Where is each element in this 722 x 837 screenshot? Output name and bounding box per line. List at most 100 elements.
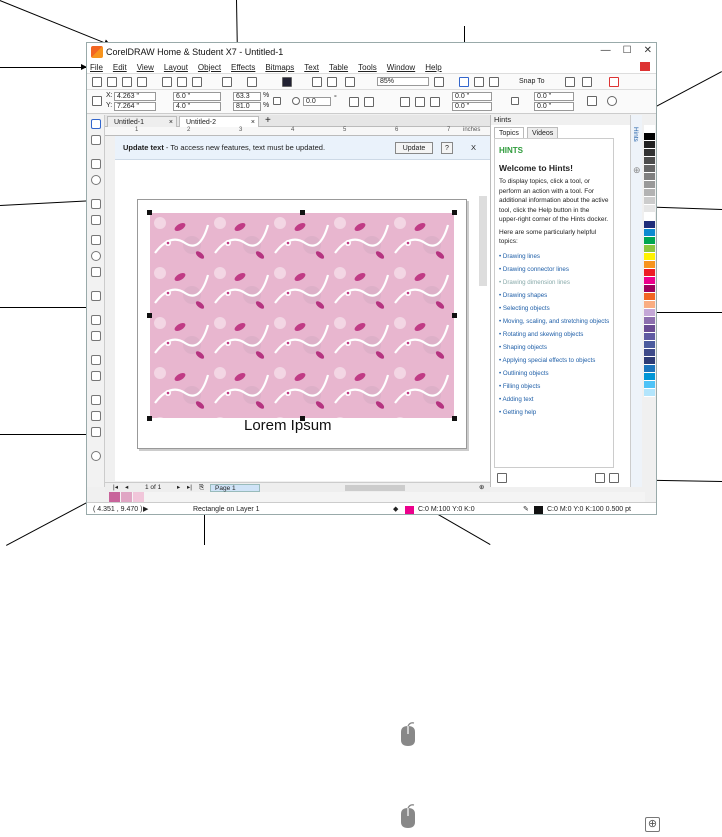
document-color-swatch[interactable] [109,492,120,502]
parallel-dimension-tool-icon[interactable] [91,315,101,325]
hint-link[interactable]: • Filling objects [499,380,609,393]
copy-icon[interactable] [177,77,187,87]
show-rulers-icon[interactable] [459,77,469,87]
menu-effects[interactable]: Effects [231,63,255,72]
tab-topics[interactable]: Topics [494,127,524,138]
menu-bitmaps[interactable]: Bitmaps [265,63,294,72]
hint-link[interactable]: • Drawing shapes [499,289,609,302]
maximize-icon[interactable]: ☐ [623,45,632,56]
palette-swatch[interactable] [644,125,655,133]
tab-untitled-1[interactable]: Untitled-1 × [107,116,177,127]
outline-pen-icon[interactable]: ✎ [523,503,529,514]
hint-link[interactable]: • Getting help [499,406,609,419]
menu-tools[interactable]: Tools [358,63,377,72]
add-docker-icon[interactable]: ⊕ [633,165,641,176]
zoom-tool-icon[interactable] [91,175,101,185]
palette-swatch[interactable] [644,365,655,373]
menu-view[interactable]: View [137,63,154,72]
page-tab[interactable]: Page 1 [210,484,260,492]
save-icon[interactable] [122,77,132,87]
message-flag-icon[interactable] [640,62,650,71]
hint-link[interactable]: • Adding text [499,393,609,406]
menu-edit[interactable]: Edit [113,63,127,72]
palette-swatch[interactable] [644,213,655,221]
palette-swatch[interactable] [644,237,655,245]
full-screen-icon[interactable] [434,77,444,87]
menu-object[interactable]: Object [198,63,221,72]
palette-swatch[interactable] [644,173,655,181]
minimize-icon[interactable]: — [601,45,611,56]
palette-swatch[interactable] [644,349,655,357]
show-grid-icon[interactable] [474,77,484,87]
palette-swatch[interactable] [644,277,655,285]
add-icon[interactable] [607,96,617,106]
selection-handle[interactable] [452,313,457,318]
palette-swatch[interactable] [644,261,655,269]
open-icon[interactable] [107,77,117,87]
snap-to-button[interactable]: Snap To [519,78,545,85]
connector-tool-icon[interactable] [91,331,101,341]
fill-icon[interactable]: ◆ [393,503,398,514]
corner-radius-2-input[interactable]: 0.0 " [452,102,492,111]
export-icon[interactable] [327,77,337,87]
corner-radius-3-input[interactable]: 0.0 " [534,92,574,101]
palette-swatch[interactable] [644,165,655,173]
palette-swatch[interactable] [644,389,655,397]
freehand-tool-icon[interactable] [91,199,101,209]
vertical-scrollbar[interactable] [479,196,487,286]
show-guidelines-icon[interactable] [489,77,499,87]
publish-pdf-icon[interactable] [345,77,355,87]
hints-forward-icon[interactable] [609,473,619,483]
x-position-input[interactable]: 4.263 " [114,92,156,101]
status-play-icon[interactable]: ▶ [143,503,148,514]
round-corner-icon[interactable] [400,97,410,107]
hint-link[interactable]: • Selecting objects [499,302,609,315]
scalloped-corner-icon[interactable] [415,97,425,107]
palette-swatch[interactable] [644,293,655,301]
hint-link[interactable]: • Drawing lines [499,250,609,263]
interactive-fill-tool-icon[interactable] [91,411,101,421]
hint-link[interactable]: • Drawing connector lines [499,263,609,276]
hint-link[interactable]: • Shaping objects [499,341,609,354]
palette-swatch[interactable] [644,157,655,165]
object-origin-icon[interactable] [92,96,102,106]
undo-icon[interactable] [222,77,232,87]
menu-file[interactable]: File [90,63,103,72]
lorem-ipsum-text[interactable]: Lorem Ipsum [244,417,332,434]
scale-x-input[interactable]: 63.3 [233,92,261,101]
redo-icon[interactable] [247,77,257,87]
selection-handle[interactable] [452,416,457,421]
hints-home-icon[interactable] [497,473,507,483]
lock-corners-icon[interactable] [511,97,519,105]
ellipse-tool-icon[interactable] [91,251,101,261]
new-icon[interactable] [92,77,102,87]
application-launcher-icon[interactable] [582,77,592,87]
print-icon[interactable] [137,77,147,87]
paste-icon[interactable] [192,77,202,87]
search-content-icon[interactable] [282,77,292,87]
menu-help[interactable]: Help [425,63,441,72]
palette-swatch[interactable] [644,245,655,253]
palette-swatch[interactable] [644,285,655,293]
selection-handle[interactable] [147,416,152,421]
floral-pattern-rectangle[interactable] [150,213,454,418]
palette-swatch[interactable] [644,205,655,213]
customize-toolbox-icon[interactable] [91,451,101,461]
corner-radius-1-input[interactable]: 0.0 " [452,92,492,101]
palette-swatch[interactable] [644,357,655,365]
smart-fill-tool-icon[interactable] [91,427,101,437]
hints-strip-tab[interactable]: Hints [632,127,639,142]
tab-videos[interactable]: Videos [527,127,559,138]
palette-swatch[interactable] [644,197,655,205]
selection-handle[interactable] [147,313,152,318]
palette-swatch[interactable] [644,301,655,309]
update-button[interactable]: Update [395,142,433,154]
y-position-input[interactable]: 7.264 " [114,102,156,111]
palette-swatch[interactable] [644,381,655,389]
drop-shadow-tool-icon[interactable] [91,355,101,365]
artistic-media-tool-icon[interactable] [91,215,101,225]
palette-swatch[interactable] [644,181,655,189]
rotation-input[interactable]: 0.0 [303,97,331,106]
palette-swatch[interactable] [644,253,655,261]
transparency-tool-icon[interactable] [91,371,101,381]
